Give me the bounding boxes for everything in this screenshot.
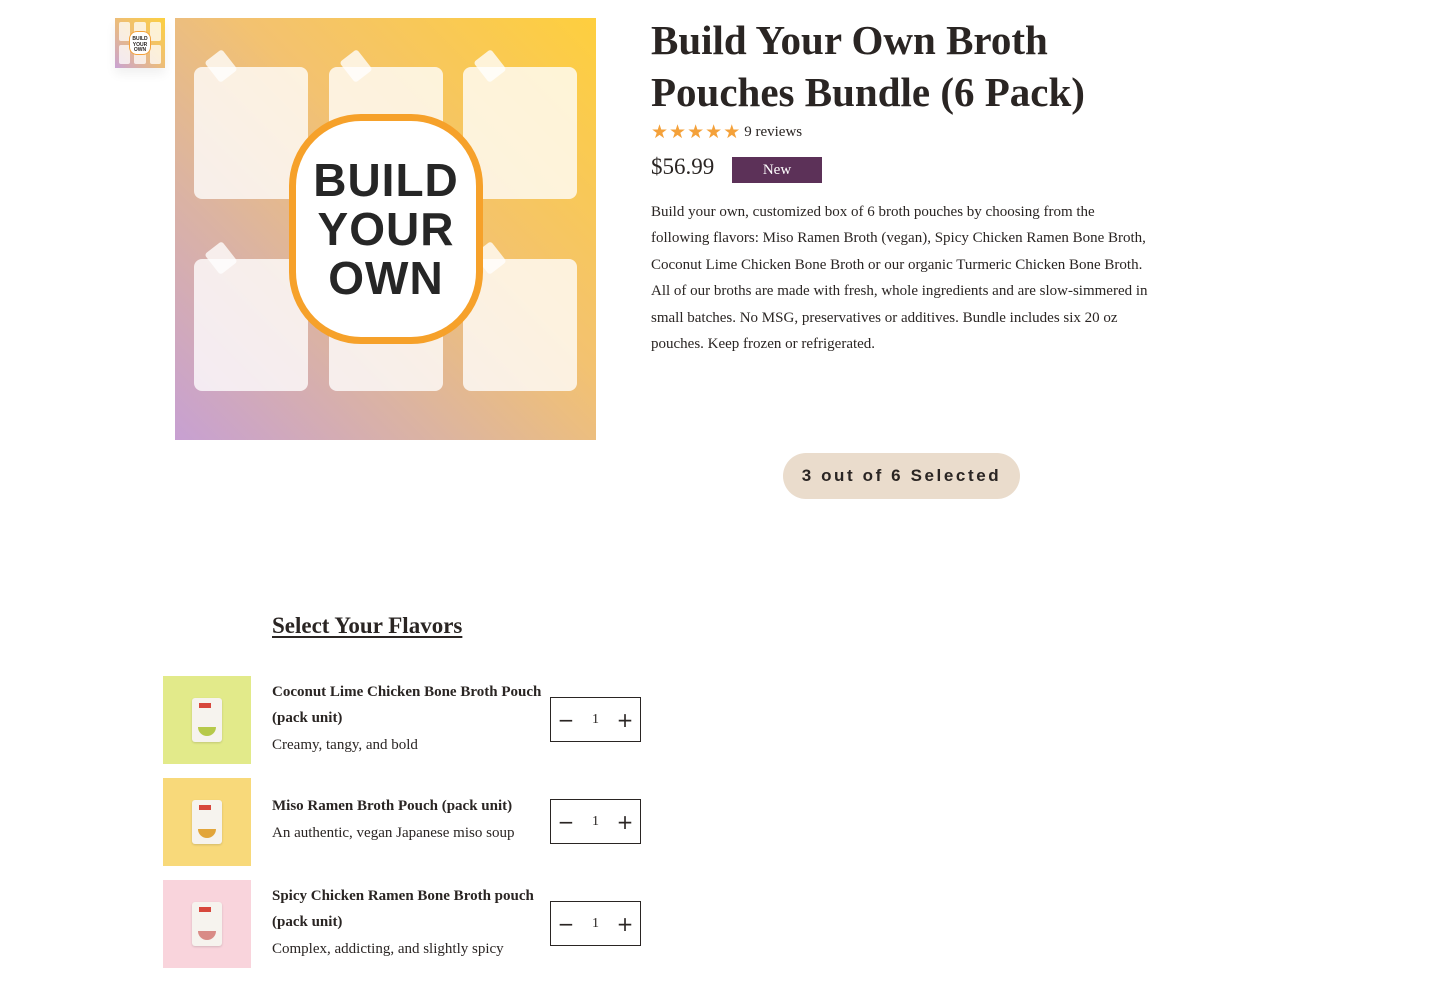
decrement-button[interactable]: − <box>551 698 581 741</box>
broth-pouch-icon: .f0::after{background:#b6c94a} <box>192 698 222 742</box>
quantity-stepper: − 1 + <box>550 697 641 742</box>
increment-button[interactable]: + <box>610 698 640 741</box>
flavor-description: Complex, addicting, and slightly spicy <box>272 941 504 957</box>
product-price: $56.99 <box>651 154 715 179</box>
flavor-image[interactable]: .f0::after{background:#b6c94a} <box>163 676 251 764</box>
star-icon: ★ <box>651 121 669 143</box>
flavor-image[interactable] <box>163 880 251 968</box>
quantity-value[interactable]: 1 <box>582 712 610 728</box>
hero-badge-line: YOUR <box>317 202 455 255</box>
quantity-value[interactable]: 1 <box>582 916 610 932</box>
star-icon: ★ <box>723 121 741 143</box>
star-icon: ★ <box>669 121 687 143</box>
flavor-description: Creamy, tangy, and bold <box>272 737 418 753</box>
reviews-link[interactable]: 9 reviews <box>744 124 802 141</box>
product-title: Build Your Own Broth Pouches Bundle (6 P… <box>651 17 1085 115</box>
gallery-thumbnail[interactable]: BUILD YOUR OWN <box>115 18 165 68</box>
flavor-item: .f0::after{background:#b6c94a} Coconut L… <box>163 676 663 764</box>
flavor-name[interactable]: Coconut Lime Chicken Bone Broth Pouch (p… <box>272 679 552 731</box>
pouch-soup-band <box>198 829 216 838</box>
broth-pouch-icon <box>192 902 222 946</box>
star-icon: ★ <box>705 121 723 143</box>
decrement-button[interactable]: − <box>551 800 581 843</box>
flavor-name[interactable]: Spicy Chicken Ramen Bone Broth pouch (pa… <box>272 883 552 935</box>
broth-pouch-icon <box>192 800 222 844</box>
build-your-own-badge: BUILD YOUR OWN <box>289 114 483 344</box>
pouch-soup-band <box>198 931 216 940</box>
flavor-image[interactable] <box>163 778 251 866</box>
thumbnail-text-line: OWN <box>133 47 147 53</box>
increment-button[interactable]: + <box>610 800 640 843</box>
new-badge: New <box>732 157 822 183</box>
hero-badge-line: BUILD <box>313 153 459 206</box>
pouch-soup-band <box>198 727 216 736</box>
decrement-button[interactable]: − <box>551 902 581 945</box>
product-rating[interactable]: ★ ★ ★ ★ ★ 9 reviews <box>651 122 802 142</box>
flavor-description: An authentic, vegan Japanese miso soup <box>272 825 515 841</box>
flavor-item: Miso Ramen Broth Pouch (pack unit) An au… <box>163 778 663 866</box>
flavor-item: Spicy Chicken Ramen Bone Broth pouch (pa… <box>163 880 663 968</box>
quantity-stepper: − 1 + <box>550 901 641 946</box>
flavor-name[interactable]: Miso Ramen Broth Pouch (pack unit) <box>272 793 552 819</box>
select-flavors-heading: Select Your Flavors <box>272 613 463 638</box>
thumbnail-badge: BUILD YOUR OWN <box>129 31 151 55</box>
quantity-value[interactable]: 1 <box>582 814 610 830</box>
star-icon: ★ <box>687 121 705 143</box>
product-description: Build your own, customized box of 6 brot… <box>651 204 1148 353</box>
increment-button[interactable]: + <box>610 902 640 945</box>
hero-badge-line: OWN <box>328 251 444 304</box>
product-hero-image[interactable]: BUILD YOUR OWN <box>175 18 596 440</box>
selection-counter: 3 out of 6 Selected <box>783 453 1020 499</box>
quantity-stepper: − 1 + <box>550 799 641 844</box>
